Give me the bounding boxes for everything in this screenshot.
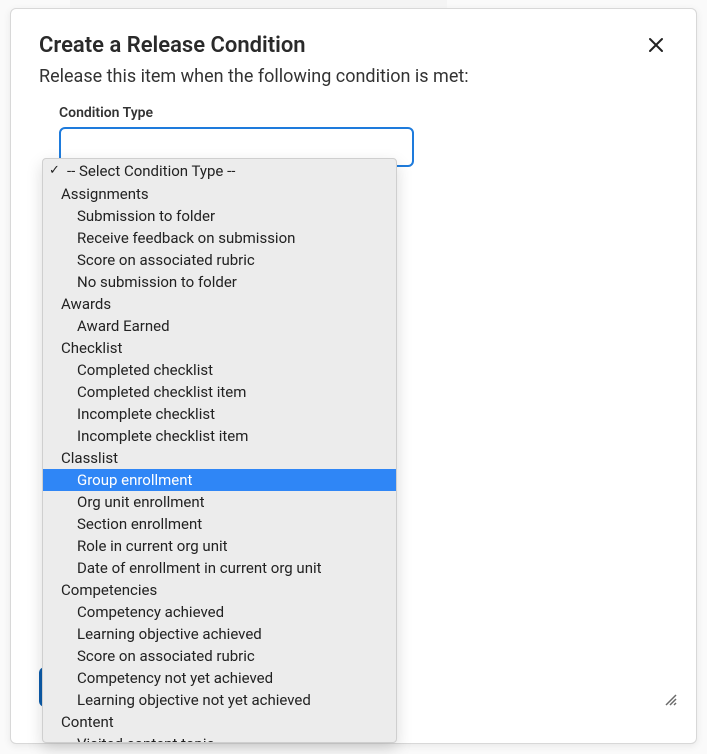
modal-title: Create a Release Condition (39, 33, 306, 58)
dropdown-item[interactable]: Org unit enrollment (43, 491, 396, 513)
dropdown-item[interactable]: Incomplete checklist item (43, 425, 396, 447)
dropdown-placeholder[interactable]: -- Select Condition Type -- (43, 159, 396, 183)
close-button[interactable] (644, 33, 668, 57)
dropdown-item[interactable]: Submission to folder (43, 205, 396, 227)
dropdown-item[interactable]: Visited content topic (43, 733, 396, 743)
dropdown-group: Competencies (43, 579, 396, 601)
modal-header: Create a Release Condition (11, 9, 696, 66)
dropdown-item[interactable]: Competency achieved (43, 601, 396, 623)
dropdown-item[interactable]: Score on associated rubric (43, 249, 396, 271)
dropdown-item[interactable]: Learning objective not yet achieved (43, 689, 396, 711)
resize-grip-icon[interactable] (662, 691, 678, 707)
close-icon (648, 37, 664, 53)
dropdown-item[interactable]: Section enrollment (43, 513, 396, 535)
dropdown-item[interactable]: Score on associated rubric (43, 645, 396, 667)
dropdown-item[interactable]: Competency not yet achieved (43, 667, 396, 689)
modal-subheading: Release this item when the following con… (11, 66, 696, 105)
dropdown-group: Awards (43, 293, 396, 315)
dropdown-group: Checklist (43, 337, 396, 359)
dropdown-item[interactable]: Date of enrollment in current org unit (43, 557, 396, 579)
dropdown-item[interactable]: Completed checklist item (43, 381, 396, 403)
dropdown-item[interactable]: Receive feedback on submission (43, 227, 396, 249)
dropdown-item[interactable]: No submission to folder (43, 271, 396, 293)
dropdown-item[interactable]: Learning objective achieved (43, 623, 396, 645)
dropdown-item[interactable]: Award Earned (43, 315, 396, 337)
dropdown-item[interactable]: Group enrollment (43, 469, 396, 491)
dropdown-group: Assignments (43, 183, 396, 205)
dropdown-group: Content (43, 711, 396, 733)
dropdown-item[interactable]: Incomplete checklist (43, 403, 396, 425)
condition-type-label: Condition Type (11, 105, 696, 127)
dropdown-group: Classlist (43, 447, 396, 469)
condition-type-dropdown[interactable]: -- Select Condition Type -- AssignmentsS… (42, 158, 397, 743)
dropdown-item[interactable]: Completed checklist (43, 359, 396, 381)
dropdown-item[interactable]: Role in current org unit (43, 535, 396, 557)
